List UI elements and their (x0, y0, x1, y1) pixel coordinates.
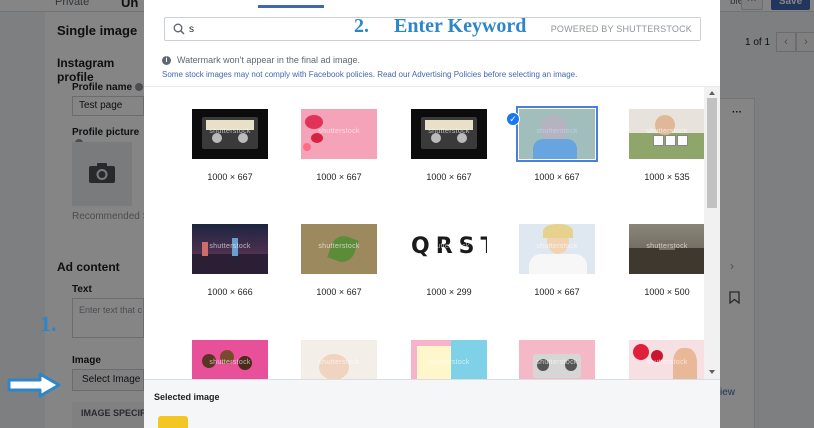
image-result-item[interactable]: shutterstock 1000 × 535 (612, 109, 704, 182)
watermark-text: shutterstock (318, 128, 360, 135)
image-result-item[interactable]: shutterstock 1000 × 667 (394, 109, 504, 182)
watermark-text: shutterstock (428, 128, 470, 135)
watermark-text: shutterstock (428, 243, 470, 250)
watermark-text: shutterstock (646, 243, 688, 250)
powered-by-shutterstock: POWERED BY SHUTTERSTOCK (550, 24, 692, 34)
image-result-item[interactable]: shutterstock 1000 × 667 (284, 109, 394, 182)
annotation-arrow-icon (7, 372, 61, 398)
watermark-text: shutterstock (536, 243, 578, 250)
image-dimensions: 1000 × 299 (426, 287, 472, 297)
image-dimensions: 1000 × 535 (644, 172, 690, 182)
image-dimensions: 1000 × 666 (207, 287, 253, 297)
image-results-grid: shutterstock 1000 × 667 shutterstock 1000 ×… (144, 87, 704, 379)
image-dimensions: 1000 × 667 (316, 287, 362, 297)
image-thumbnail[interactable]: shutterstock (301, 109, 377, 159)
image-thumbnail[interactable]: QRSTshutterstock (411, 224, 487, 274)
watermark-text: shutterstock (209, 128, 251, 135)
image-dimensions: 1000 × 667 (316, 172, 362, 182)
annotation-step-1: 1. (40, 311, 57, 336)
image-result-item[interactable]: shutterstock (502, 340, 612, 379)
image-thumbnail[interactable]: shutterstock (629, 109, 704, 159)
image-thumbnail[interactable]: shutterstock (192, 224, 268, 274)
watermark-text: shutterstock (209, 243, 251, 250)
watermark-text: shutterstock (318, 359, 360, 366)
checkmark-icon: ✓ (506, 112, 520, 126)
watermark-text: shutterstock (209, 359, 251, 366)
image-result-item[interactable]: shutterstock (175, 340, 285, 379)
watermark-text: shutterstock (646, 359, 688, 366)
stock-image-picker-modal: POWERED BY SHUTTERSTOCK i Watermark won'… (144, 0, 720, 428)
image-thumbnail[interactable]: shutterstock (629, 340, 704, 379)
image-result-item[interactable]: shutterstock 1000 × 667 (175, 109, 285, 182)
watermark-text: shutterstock (428, 359, 470, 366)
image-dimensions: 1000 × 667 (534, 172, 580, 182)
image-result-item[interactable]: QRSTshutterstock 1000 × 299 (394, 224, 504, 297)
watermark-note-text: Watermark won't appear in the final ad i… (177, 55, 360, 65)
image-thumbnail[interactable]: shutterstock (301, 224, 377, 274)
selected-overlay (519, 109, 595, 159)
image-result-item[interactable]: shutterstock (394, 340, 504, 379)
watermark-text: shutterstock (536, 359, 578, 366)
grid-scrollbar[interactable] (704, 87, 720, 379)
image-dimensions: 1000 × 667 (426, 172, 472, 182)
image-result-item[interactable]: shutterstock (612, 340, 704, 379)
image-dimensions: 1000 × 667 (534, 287, 580, 297)
image-result-item[interactable]: shutterstock 1000 × 666 (175, 224, 285, 297)
image-thumbnail[interactable]: shutterstock (301, 340, 377, 379)
image-result-item[interactable]: shutterstock 1000 × 500 (612, 224, 704, 297)
image-dimensions: 1000 × 500 (644, 287, 690, 297)
search-icon (173, 23, 185, 35)
image-thumbnail[interactable]: shutterstock (516, 106, 598, 162)
image-result-item[interactable]: shutterstock 1000 × 667 (502, 224, 612, 297)
scroll-down-icon[interactable] (709, 370, 715, 374)
watermark-text: shutterstock (646, 128, 688, 135)
image-result-item[interactable]: shutterstock 1000 × 667 (284, 224, 394, 297)
image-dimensions: 1000 × 667 (207, 172, 253, 182)
image-thumbnail[interactable]: shutterstock (192, 109, 268, 159)
image-thumbnail[interactable]: shutterstock (519, 224, 595, 274)
annotation-enter-keyword: 2. Enter Keyword (354, 15, 527, 37)
image-thumbnail[interactable]: shutterstock (629, 224, 704, 274)
info-icon: i (162, 55, 171, 65)
selected-image-thumbnail (158, 416, 188, 428)
image-thumbnail[interactable]: shutterstock (411, 340, 487, 379)
image-thumbnail[interactable]: shutterstock (519, 340, 595, 379)
watermark-text: shutterstock (318, 243, 360, 250)
image-thumbnail[interactable]: shutterstock (192, 340, 268, 379)
selected-image-label: Selected image (154, 392, 220, 402)
active-tab-indicator (258, 5, 324, 8)
image-result-item[interactable]: ✓ shutterstock 1000 × 667 (502, 106, 612, 182)
selected-image-footer: Selected image (144, 379, 720, 428)
scroll-up-icon[interactable] (709, 91, 715, 95)
image-thumbnail[interactable]: shutterstock (411, 109, 487, 159)
policy-link[interactable]: Some stock images may not comply with Fa… (162, 70, 577, 79)
scrollbar-thumb[interactable] (707, 98, 717, 208)
watermark-note: i Watermark won't appear in the final ad… (162, 55, 360, 65)
image-result-item[interactable]: shutterstock (284, 340, 394, 379)
